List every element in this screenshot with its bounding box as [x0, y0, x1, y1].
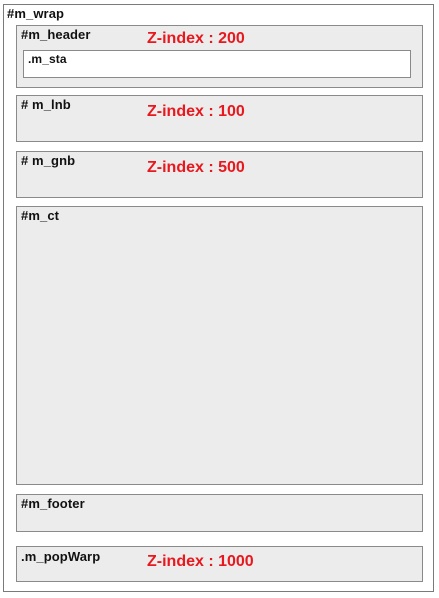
m-wrap-container: #m_wrap #m_header Z-index : 200 .m_sta #…: [3, 4, 434, 592]
m-sta-label: .m_sta: [28, 52, 67, 66]
m-popwarp-zindex: Z-index : 1000: [147, 553, 254, 570]
m-header-label: #m_header: [21, 27, 91, 42]
m-header-box: #m_header Z-index : 200 .m_sta: [16, 25, 423, 88]
m-lnb-zindex: Z-index : 100: [147, 103, 245, 120]
m-lnb-label: # m_lnb: [21, 97, 71, 112]
m-sta-box: .m_sta: [23, 50, 411, 78]
m-footer-label: #m_footer: [21, 496, 85, 511]
m-footer-box: #m_footer: [16, 494, 423, 532]
m-gnb-label: # m_gnb: [21, 153, 76, 168]
m-lnb-box: # m_lnb Z-index : 100: [16, 95, 423, 142]
m-ct-box: #m_ct: [16, 206, 423, 485]
m-popwarp-label: .m_popWarp: [21, 549, 101, 564]
m-wrap-label: #m_wrap: [7, 6, 65, 21]
m-ct-label: #m_ct: [21, 208, 60, 223]
m-header-zindex: Z-index : 200: [147, 30, 245, 47]
m-gnb-zindex: Z-index : 500: [147, 159, 245, 176]
m-popwarp-box: .m_popWarp Z-index : 1000: [16, 546, 423, 582]
m-gnb-box: # m_gnb Z-index : 500: [16, 151, 423, 198]
